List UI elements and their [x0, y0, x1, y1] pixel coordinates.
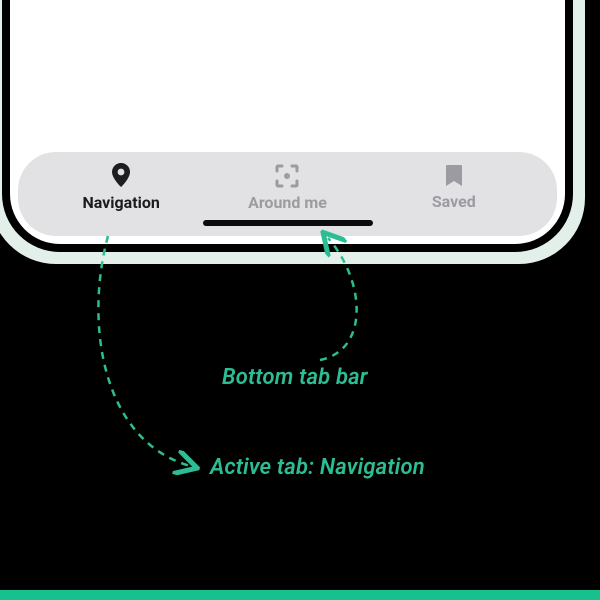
annotation-label: Bottom tab bar [222, 365, 368, 390]
focus-target-icon [274, 163, 300, 189]
footer-accent-bar [0, 590, 600, 600]
phone-outline: A Padaria Portuguesa A Padaria Portugues… [0, 0, 585, 264]
tab-label: Navigation [82, 193, 159, 212]
annotation-label: Active tab: Navigation [210, 455, 425, 480]
tab-around-me[interactable]: Around me [227, 163, 347, 212]
phone-screen: A Padaria Portuguesa A Padaria Portugues… [10, 0, 565, 244]
bookmark-icon [444, 164, 464, 188]
home-indicator [203, 220, 373, 226]
pin-icon [110, 163, 132, 189]
tab-label: Saved [432, 192, 476, 211]
bottom-tab-bar: Navigation Around me [18, 152, 557, 236]
annotation-arrow-icon [90, 230, 240, 480]
phone-frame: A Padaria Portuguesa A Padaria Portugues… [2, 0, 573, 252]
tab-saved[interactable]: Saved [394, 164, 514, 211]
tab-navigation[interactable]: Navigation [61, 163, 181, 212]
tab-label: Around me [248, 193, 327, 212]
